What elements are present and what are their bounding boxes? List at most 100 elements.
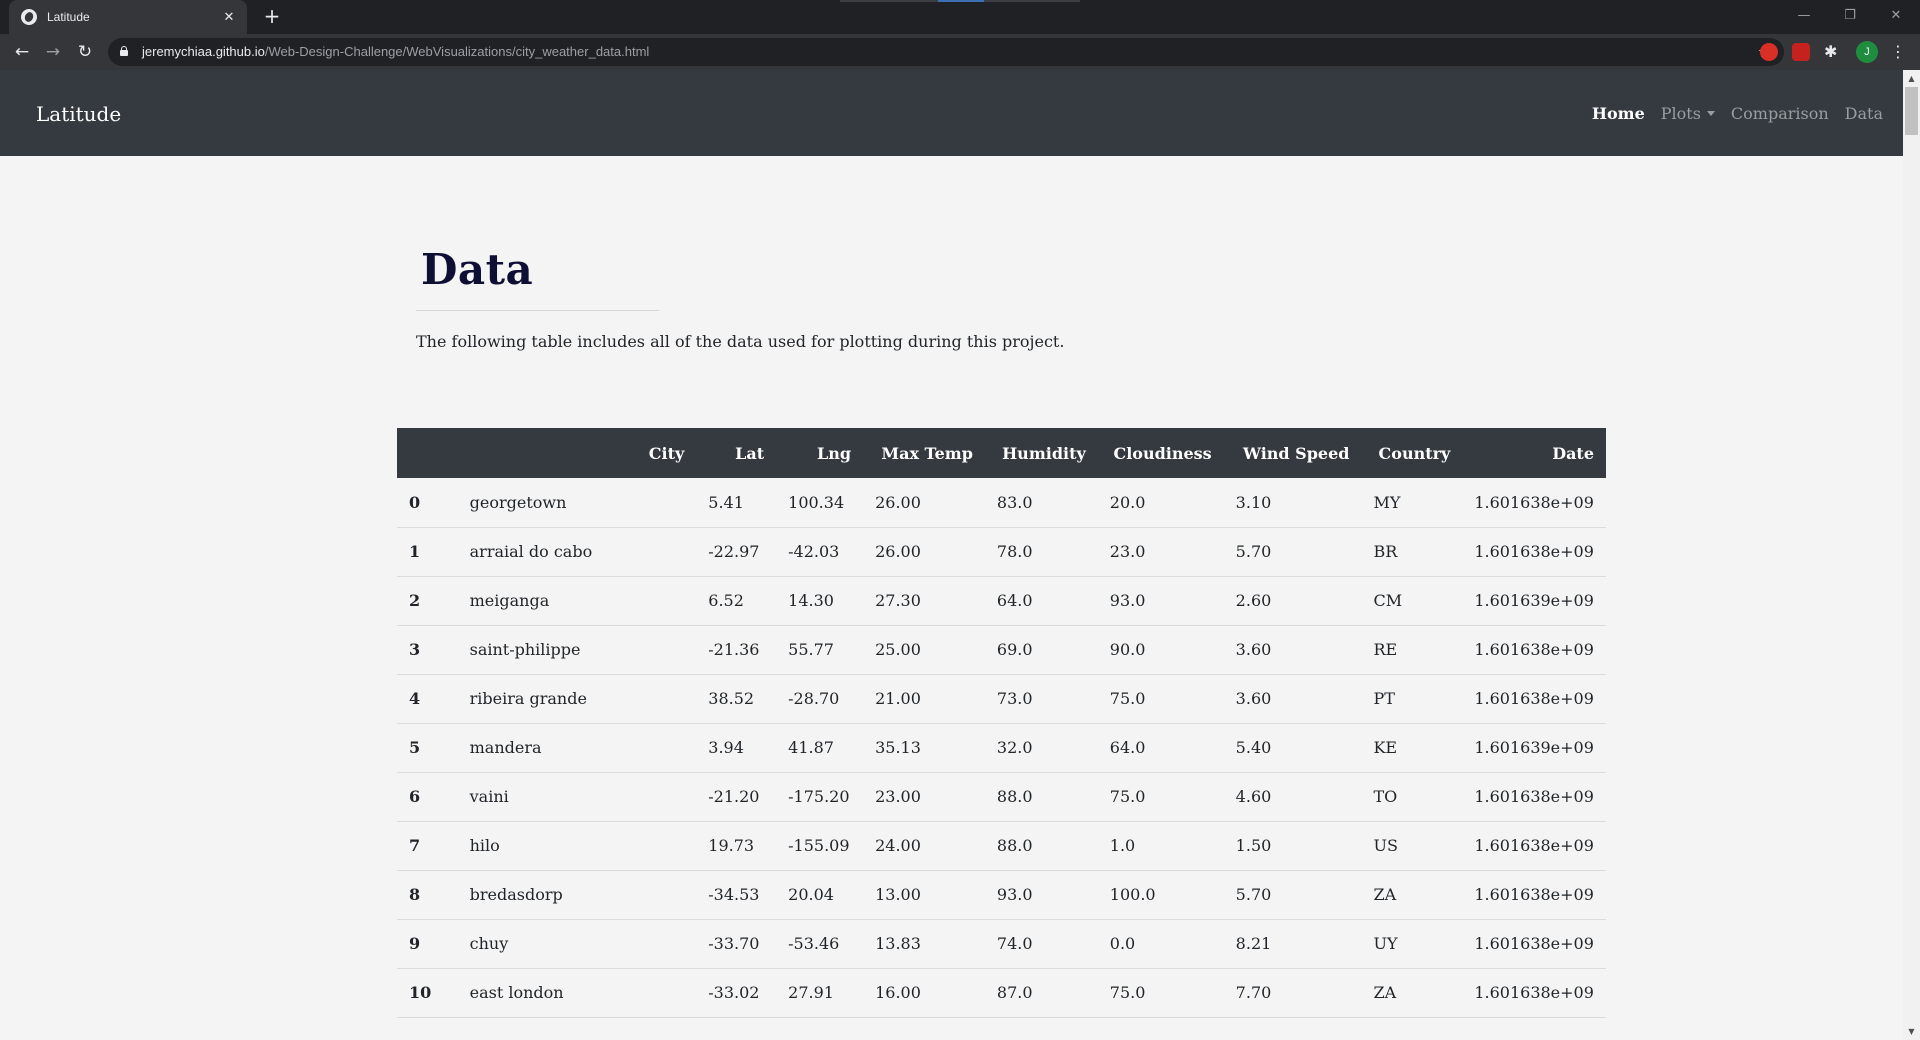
cloudiness-cell: 75.0 bbox=[1097, 968, 1224, 1018]
lng-cell: 27.91 bbox=[776, 968, 864, 1018]
lng-cell: -155.09 bbox=[776, 821, 864, 871]
date-cell: 1.601638e+09 bbox=[1462, 821, 1606, 871]
humidity-cell: 88.0 bbox=[984, 821, 1098, 871]
table-row: 1 arraial do cabo -22.97 -42.03 26.00 78.0 23.… bbox=[397, 527, 1606, 577]
wind-speed-cell: 2.60 bbox=[1223, 576, 1362, 626]
table-row: 5 mandera 3.94 41.87 35.13 32.0 64.0 5.40 KE 1.60… bbox=[397, 723, 1606, 773]
restore-icon[interactable]: ❐ bbox=[1827, 4, 1873, 28]
forward-arrow-icon[interactable]: → bbox=[41, 40, 65, 64]
wind-speed-cell: 3.10 bbox=[1223, 478, 1362, 528]
close-icon[interactable]: ✕ bbox=[221, 10, 237, 25]
tabstrip-divider bbox=[840, 0, 938, 2]
lat-cell: -22.97 bbox=[696, 527, 777, 577]
city-cell: hilo bbox=[457, 821, 697, 871]
city-cell: vaini bbox=[457, 772, 697, 822]
date-cell: 1.601638e+09 bbox=[1462, 478, 1606, 528]
scrollbar-thumb[interactable] bbox=[1905, 87, 1918, 135]
scroll-up-arrow-icon[interactable]: ▲ bbox=[1903, 70, 1920, 87]
max-temp-cell: 16.00 bbox=[863, 968, 985, 1018]
max-temp-cell: 25.00 bbox=[863, 625, 985, 675]
humidity-cell: 83.0 bbox=[984, 478, 1098, 528]
page-viewport: Latitude Home Plots Comparison Data Data… bbox=[0, 70, 1903, 1040]
max-temp-cell: 24.00 bbox=[863, 821, 985, 871]
back-arrow-icon[interactable]: ← bbox=[10, 40, 34, 64]
nav-link-comparison[interactable]: Comparison bbox=[1731, 104, 1829, 123]
country-cell: US bbox=[1361, 821, 1463, 871]
cloudiness-cell: 0.0 bbox=[1097, 919, 1224, 969]
column-header: Date bbox=[1462, 428, 1606, 478]
city-cell: mandera bbox=[457, 723, 697, 773]
lat-cell: 38.52 bbox=[696, 674, 777, 724]
pdf-extension-icon[interactable] bbox=[1792, 43, 1810, 61]
new-tab-button[interactable]: + bbox=[260, 5, 284, 29]
lng-cell: 100.34 bbox=[776, 478, 864, 528]
cloudiness-cell: 20.0 bbox=[1097, 478, 1224, 528]
page-scrollbar[interactable]: ▲ ▼ bbox=[1903, 70, 1920, 1040]
more-menu-icon[interactable]: ⋮ bbox=[1888, 40, 1908, 64]
row-index: 2 bbox=[397, 576, 458, 626]
city-cell: ribeira grande bbox=[457, 674, 697, 724]
humidity-cell: 78.0 bbox=[984, 527, 1098, 577]
wind-speed-cell: 1.50 bbox=[1223, 821, 1362, 871]
cloudiness-cell: 1.0 bbox=[1097, 821, 1224, 871]
table-row: 0 georgetown 5.41 100.34 26.00 83.0 20.0 3.10 MY… bbox=[397, 478, 1606, 528]
column-header: Cloudiness bbox=[1097, 428, 1224, 478]
date-cell: 1.601638e+09 bbox=[1462, 968, 1606, 1018]
row-index: 10 bbox=[397, 968, 458, 1018]
window-close-icon[interactable]: ✕ bbox=[1873, 4, 1919, 28]
column-header: Lng bbox=[776, 428, 864, 478]
reload-icon[interactable]: ↻ bbox=[73, 40, 97, 64]
table-row: 4 ribeira grande 38.52 -28.70 21.00 73.0 75.0 3… bbox=[397, 674, 1606, 724]
city-cell: saint-philippe bbox=[457, 625, 697, 675]
row-index: 3 bbox=[397, 625, 458, 675]
city-cell: georgetown bbox=[457, 478, 697, 528]
max-temp-cell: 13.00 bbox=[863, 870, 985, 920]
puzzle-icon[interactable]: ✱ bbox=[1824, 42, 1844, 62]
navbar-brand[interactable]: Latitude bbox=[36, 102, 121, 126]
address-bar[interactable]: jeremychiaa.github.io/Web-Design-Challen… bbox=[108, 38, 1784, 66]
caret-down-icon bbox=[1706, 111, 1715, 116]
page-title: Data bbox=[421, 245, 534, 294]
nav-link-data[interactable]: Data bbox=[1845, 104, 1883, 123]
browser-tab-strip: Latitude ✕ + — ❐ ✕ bbox=[0, 0, 1920, 34]
country-cell: KE bbox=[1361, 723, 1463, 773]
table-row: 10 east london -33.02 27.91 16.00 87.0 75.0 7.7… bbox=[397, 968, 1606, 1018]
extension-icon[interactable] bbox=[1760, 43, 1778, 61]
browser-tab[interactable]: Latitude ✕ bbox=[9, 0, 247, 34]
lat-cell: 5.41 bbox=[696, 478, 777, 528]
title-divider bbox=[416, 310, 659, 311]
wind-speed-cell: 5.70 bbox=[1223, 870, 1362, 920]
table-row: 7 hilo 19.73 -155.09 24.00 88.0 1.0 1.50 US 1.601… bbox=[397, 821, 1606, 871]
wind-speed-cell: 3.60 bbox=[1223, 674, 1362, 724]
country-cell: PT bbox=[1361, 674, 1463, 724]
country-cell: TO bbox=[1361, 772, 1463, 822]
date-cell: 1.601639e+09 bbox=[1462, 576, 1606, 626]
wind-speed-cell: 5.70 bbox=[1223, 527, 1362, 577]
row-index: 5 bbox=[397, 723, 458, 773]
column-header bbox=[397, 428, 458, 478]
lat-cell: -34.53 bbox=[696, 870, 777, 920]
scroll-down-arrow-icon[interactable]: ▼ bbox=[1903, 1023, 1920, 1040]
url-host: jeremychiaa.github.io bbox=[142, 44, 265, 59]
cloudiness-cell: 75.0 bbox=[1097, 772, 1224, 822]
lock-icon bbox=[120, 46, 128, 56]
country-cell: BR bbox=[1361, 527, 1463, 577]
date-cell: 1.601638e+09 bbox=[1462, 772, 1606, 822]
country-cell: UY bbox=[1361, 919, 1463, 969]
row-index: 7 bbox=[397, 821, 458, 871]
lng-cell: -28.70 bbox=[776, 674, 864, 724]
row-index: 6 bbox=[397, 772, 458, 822]
date-cell: 1.601638e+09 bbox=[1462, 625, 1606, 675]
tabstrip-divider bbox=[938, 0, 984, 2]
lng-cell: 20.04 bbox=[776, 870, 864, 920]
country-cell: ZA bbox=[1361, 870, 1463, 920]
tabstrip-divider bbox=[984, 0, 1080, 2]
profile-avatar[interactable]: J bbox=[1856, 41, 1878, 63]
max-temp-cell: 26.00 bbox=[863, 527, 985, 577]
minimize-icon[interactable]: — bbox=[1781, 4, 1827, 28]
nav-link-home[interactable]: Home bbox=[1592, 104, 1645, 123]
lng-cell: 41.87 bbox=[776, 723, 864, 773]
url-text[interactable]: jeremychiaa.github.io/Web-Design-Challen… bbox=[142, 44, 649, 59]
nav-dropdown-plots[interactable]: Plots bbox=[1661, 104, 1715, 123]
column-header: Country bbox=[1361, 428, 1463, 478]
